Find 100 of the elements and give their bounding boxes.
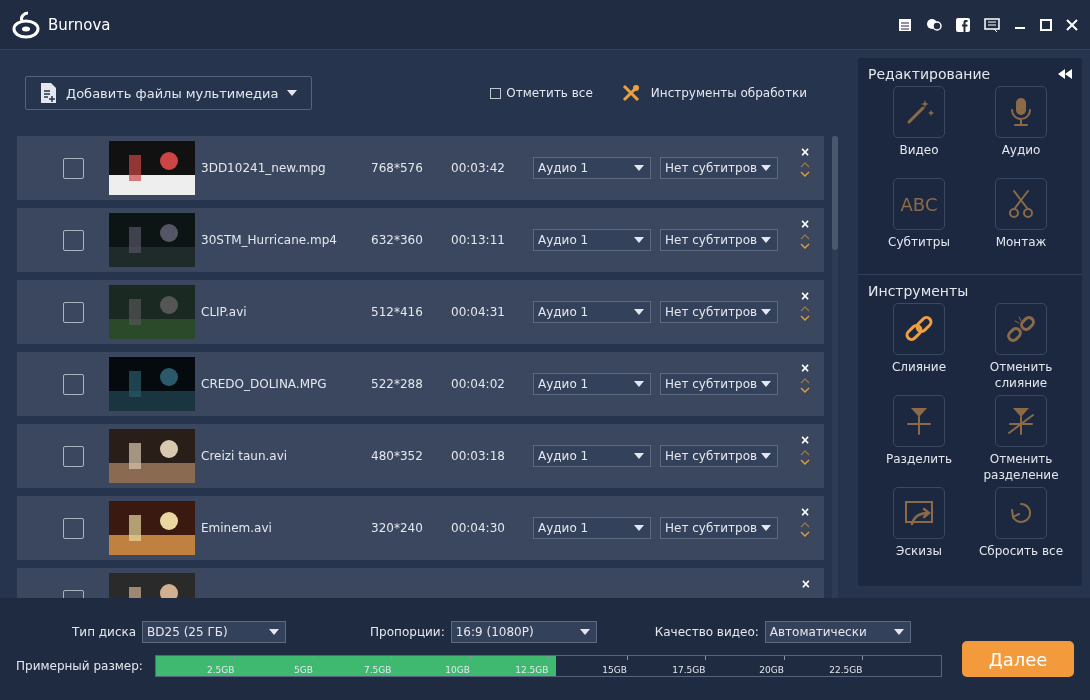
size-tick-label: 22.5GB (829, 665, 863, 675)
scrollbar[interactable] (832, 136, 838, 598)
audio-track-select[interactable]: Аудио 1 (533, 229, 651, 251)
remove-button[interactable]: × (800, 217, 810, 231)
maximize-icon[interactable] (1040, 18, 1052, 31)
size-tick-label: 5GB (294, 665, 313, 675)
resolution: 480*352 (371, 449, 424, 463)
file-row[interactable]: 30STM_Hurricane.mp4 632*360 00:13:11 Аудио 1 Нет субтитров × (17, 208, 824, 272)
caret-icon (761, 525, 771, 531)
size-tick-label: 2.5GB (206, 665, 235, 675)
resolution: 512*416 (371, 305, 424, 319)
audio-track-select[interactable]: Аудио 1 (533, 157, 651, 179)
remove-button[interactable]: × (800, 505, 810, 519)
caret-icon (761, 453, 771, 459)
row-checkbox[interactable] (63, 157, 84, 179)
row-checkbox[interactable] (63, 373, 84, 395)
row-checkbox[interactable] (63, 301, 84, 323)
file-row[interactable]: Eminem.avi 320*240 00:04:30 Аудио 1 Нет субтитров × (17, 496, 824, 560)
section-title: Редактирование (868, 66, 991, 82)
row-checkbox[interactable] (63, 445, 84, 467)
size-tick-label: 10GB (445, 665, 470, 675)
caret-icon (634, 525, 644, 531)
audio-track-select[interactable]: Аудио 1 (533, 445, 651, 467)
add-file-icon (40, 82, 58, 104)
subtitle-select[interactable]: Нет субтитров (660, 229, 778, 251)
duration: 00:13:11 (451, 233, 506, 247)
file-name: 30STM_Hurricane.mp4 (201, 233, 338, 247)
caret-icon (634, 381, 644, 387)
size-label: Примерный размер: (16, 659, 143, 673)
caret-icon (634, 237, 644, 243)
window-title: Burnova (48, 15, 112, 34)
file-name: Eminem.avi (201, 521, 273, 535)
select-all-checkbox[interactable] (490, 87, 502, 99)
subtitle-select[interactable]: Нет субтитров (660, 445, 778, 467)
text-icon: ABC (900, 193, 938, 215)
file-row[interactable]: 3DD10241_new.mpg 768*576 00:03:42 Аудио 1 Нет субтитров × (17, 136, 824, 200)
size-tick-label: 20GB (759, 665, 784, 675)
disc-logo-icon (12, 10, 40, 39)
chat-icon[interactable] (926, 17, 942, 32)
row-checkbox[interactable] (63, 229, 84, 251)
resolution: 320*240 (371, 521, 424, 535)
file-name: 3DD10241_new.mpg (201, 161, 327, 175)
tools-icon (620, 83, 641, 103)
quality-label: Качество видео: (654, 625, 759, 639)
subtitle-select[interactable]: Нет субтитров (660, 517, 778, 539)
remove-button[interactable]: × (800, 145, 810, 159)
file-name: Creizi taun.avi (201, 449, 289, 463)
caret-icon (761, 381, 771, 387)
duration: 00:04:31 (451, 305, 506, 319)
facebook-icon[interactable] (956, 17, 970, 32)
tool-button[interactable]: Слияние (868, 303, 970, 391)
collapse-icon[interactable] (1058, 69, 1072, 79)
feedback-icon[interactable] (984, 17, 1000, 32)
resolution: 632*360 (371, 233, 424, 247)
caret-icon (761, 237, 771, 243)
aspect-label: Пропорции: (370, 625, 445, 639)
duration: 00:03:18 (451, 449, 506, 463)
select-all-label[interactable]: Отметить все (506, 86, 593, 100)
audio-track-select[interactable]: Аудио 1 (533, 301, 651, 323)
size-tick-label: 17.5GB (672, 665, 706, 675)
size-tick-label: 7.5GB (363, 665, 392, 675)
close-icon[interactable] (1066, 18, 1078, 31)
subtitle-select[interactable]: Нет субтитров (660, 157, 778, 179)
resolution: 768*576 (371, 161, 424, 175)
file-row[interactable]: CLIP.avi 512*416 00:04:31 Аудио 1 Нет субтитров × (17, 280, 824, 344)
caret-icon (579, 629, 590, 635)
subtitle-select[interactable]: Нет субтитров (660, 301, 778, 323)
document-icon[interactable] (898, 17, 912, 32)
add-files-button[interactable]: Добавить файлы мультимедиа (25, 76, 312, 110)
size-tick-label: 12.5GB (515, 665, 549, 675)
caret-icon (634, 453, 644, 459)
disc-type-select[interactable]: BD25 (25 ГБ) (142, 621, 287, 643)
caret-icon (269, 629, 280, 635)
caret-icon (761, 165, 771, 171)
file-row[interactable]: × (17, 568, 824, 598)
size-tick-label: 15GB (602, 665, 627, 675)
row-checkbox[interactable] (63, 517, 84, 539)
file-name: CLIP.avi (201, 305, 248, 319)
resolution: 522*288 (371, 377, 424, 391)
caret-icon (893, 629, 904, 635)
file-row[interactable]: Creizi taun.avi 480*352 00:03:18 Аудио 1 Нет субтитров × (17, 424, 824, 488)
processing-tools-button[interactable]: Инструменты обработки (614, 82, 813, 104)
section-title: Инструменты (868, 283, 969, 299)
duration: 00:04:02 (451, 377, 506, 391)
subtitle-select[interactable]: Нет субтитров (660, 373, 778, 395)
broken-link-icon (1005, 313, 1037, 345)
disc-type-label: Тип диска (72, 625, 137, 639)
file-row[interactable]: CREDO_DOLINA.MPG 522*288 00:04:02 Аудио 1 Нет субтитров × (17, 352, 824, 416)
remove-button[interactable]: × (800, 433, 810, 447)
remove-button[interactable]: × (801, 577, 810, 591)
audio-track-select[interactable]: Аудио 1 (533, 517, 651, 539)
aspect-select[interactable]: 16:9 (1080P) (450, 621, 597, 643)
caret-icon (634, 309, 644, 315)
remove-button[interactable]: × (800, 361, 810, 375)
quality-select[interactable]: Автоматически (764, 621, 911, 643)
caret-icon (286, 90, 297, 96)
remove-button[interactable]: × (800, 289, 810, 303)
duration: 00:03:42 (451, 161, 506, 175)
audio-track-select[interactable]: Аудио 1 (533, 373, 651, 395)
caret-icon (761, 309, 771, 315)
